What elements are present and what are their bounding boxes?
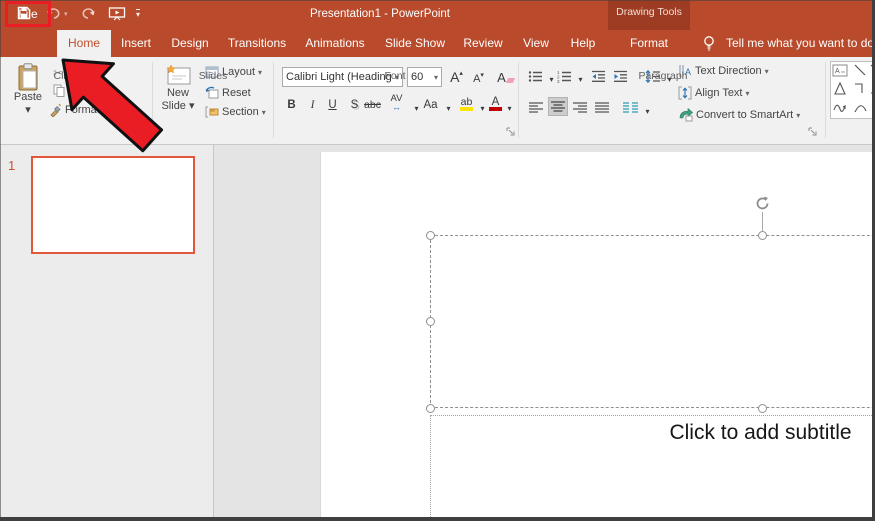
resize-handle-bottom-middle[interactable] <box>758 404 767 413</box>
tell-me-lightbulb-icon[interactable] <box>702 35 716 53</box>
change-case-button[interactable]: Aa <box>422 96 439 114</box>
font-dialog-launcher-icon[interactable] <box>506 127 515 136</box>
drawing-tools-label: Drawing Tools <box>616 6 682 18</box>
new-slide-caret-icon: ▾ <box>189 100 195 112</box>
smartart-caret-icon: ▾ <box>796 110 801 120</box>
rotate-handle-icon[interactable] <box>754 195 771 212</box>
strikethrough-button[interactable]: abc <box>364 96 381 114</box>
align-center-button[interactable] <box>548 97 568 116</box>
italic-button[interactable]: I <box>304 96 321 114</box>
slide-thumbnail[interactable] <box>31 156 195 254</box>
grow-font-arrow-icon: ▴ <box>459 70 463 77</box>
resize-handle-middle-left[interactable] <box>426 317 435 326</box>
resize-handle-top-left[interactable] <box>426 231 435 240</box>
align-text-icon <box>678 86 692 100</box>
tab-help[interactable]: Help <box>562 30 604 57</box>
section-caret-icon: ▾ <box>261 107 266 117</box>
shrink-font-button[interactable]: A ▾ <box>470 70 487 88</box>
clear-formatting-button[interactable]: A <box>497 68 515 86</box>
customize-qat-icon[interactable]: ▾ <box>136 9 141 19</box>
justify-button[interactable] <box>593 99 610 117</box>
numbering-button[interactable]: 123 <box>556 67 573 85</box>
shape-icons: A <box>832 64 875 114</box>
smartart-icon <box>678 108 693 122</box>
highlight-colorbar-icon <box>460 106 473 111</box>
svg-text:A: A <box>835 68 840 75</box>
shrink-font-arrow-icon: ▾ <box>480 72 484 79</box>
window-title: Presentation1 - PowerPoint <box>310 8 450 20</box>
tell-me-box[interactable]: Tell me what you want to do <box>726 30 874 57</box>
slides-group-label: Slides <box>198 70 228 82</box>
tab-format[interactable]: Format <box>608 30 690 57</box>
resize-handle-top-middle[interactable] <box>758 231 767 240</box>
shapes-gallery[interactable]: A <box>830 61 875 119</box>
tab-view[interactable]: View <box>514 30 558 57</box>
tab-slide-show[interactable]: Slide Show <box>378 30 452 57</box>
character-spacing-button[interactable]: AV ↔ <box>388 94 405 112</box>
reset-icon <box>205 86 219 99</box>
redo-icon[interactable] <box>80 6 96 24</box>
undo-caret-icon[interactable]: ▾ <box>64 6 68 24</box>
tab-review[interactable]: Review <box>456 30 510 57</box>
highlight-color-button[interactable]: ab <box>458 94 475 112</box>
subtitle-placeholder[interactable]: Click to add subtitle <box>430 415 875 521</box>
font-group-label: Font <box>384 70 406 82</box>
text-shadow-button[interactable]: S <box>346 96 363 114</box>
rotate-handle-stem <box>762 212 763 231</box>
align-right-button[interactable] <box>571 99 588 117</box>
numbering-caret-icon[interactable]: ▾ <box>572 70 589 88</box>
editing-canvas: Click to add subtitle <box>214 145 875 521</box>
tab-file[interactable]: File <box>5 1 51 27</box>
spacing-arrows-icon: ↔ <box>392 102 401 112</box>
resize-handle-bottom-left[interactable] <box>426 404 435 413</box>
section-icon <box>205 106 219 118</box>
paragraph-group-label: Paragraph <box>638 70 688 82</box>
align-text-button[interactable]: Align Text ▾ <box>678 86 750 100</box>
svg-text:3: 3 <box>557 79 560 83</box>
tab-transitions[interactable]: Transitions <box>222 30 292 57</box>
paste-caret-icon: ▾ <box>25 104 31 116</box>
eraser-icon <box>505 77 515 83</box>
align-text-caret-icon: ▾ <box>745 88 750 98</box>
slide-number: 1 <box>8 158 16 173</box>
align-left-button[interactable] <box>527 99 544 117</box>
text-direction-caret-icon: ▾ <box>764 66 769 76</box>
paragraph-dialog-launcher-icon[interactable] <box>808 127 817 136</box>
columns-caret-icon[interactable]: ▾ <box>639 102 656 120</box>
reset-button[interactable]: Reset <box>205 86 251 99</box>
tab-design[interactable]: Design <box>162 30 218 57</box>
underline-button[interactable]: U <box>324 96 341 114</box>
subtitle-prompt-text[interactable]: Click to add subtitle <box>431 421 875 445</box>
tab-insert[interactable]: Insert <box>114 30 158 57</box>
bullets-button[interactable] <box>527 67 544 85</box>
title-placeholder[interactable] <box>430 235 875 408</box>
bold-button[interactable]: B <box>283 96 300 114</box>
columns-button[interactable] <box>622 99 639 117</box>
tab-animations[interactable]: Animations <box>300 30 370 57</box>
powerpoint-window: Drawing Tools ▾ ▾ Presentation1 - PowerP… <box>0 0 875 521</box>
section-button[interactable]: Section ▾ <box>205 106 266 118</box>
font-color-caret-icon[interactable]: ▾ <box>501 99 518 117</box>
case-caret-icon[interactable]: ▾ <box>440 99 457 117</box>
convert-smartart-button[interactable]: Convert to SmartArt ▾ <box>678 108 800 122</box>
start-slideshow-icon[interactable] <box>108 6 126 24</box>
